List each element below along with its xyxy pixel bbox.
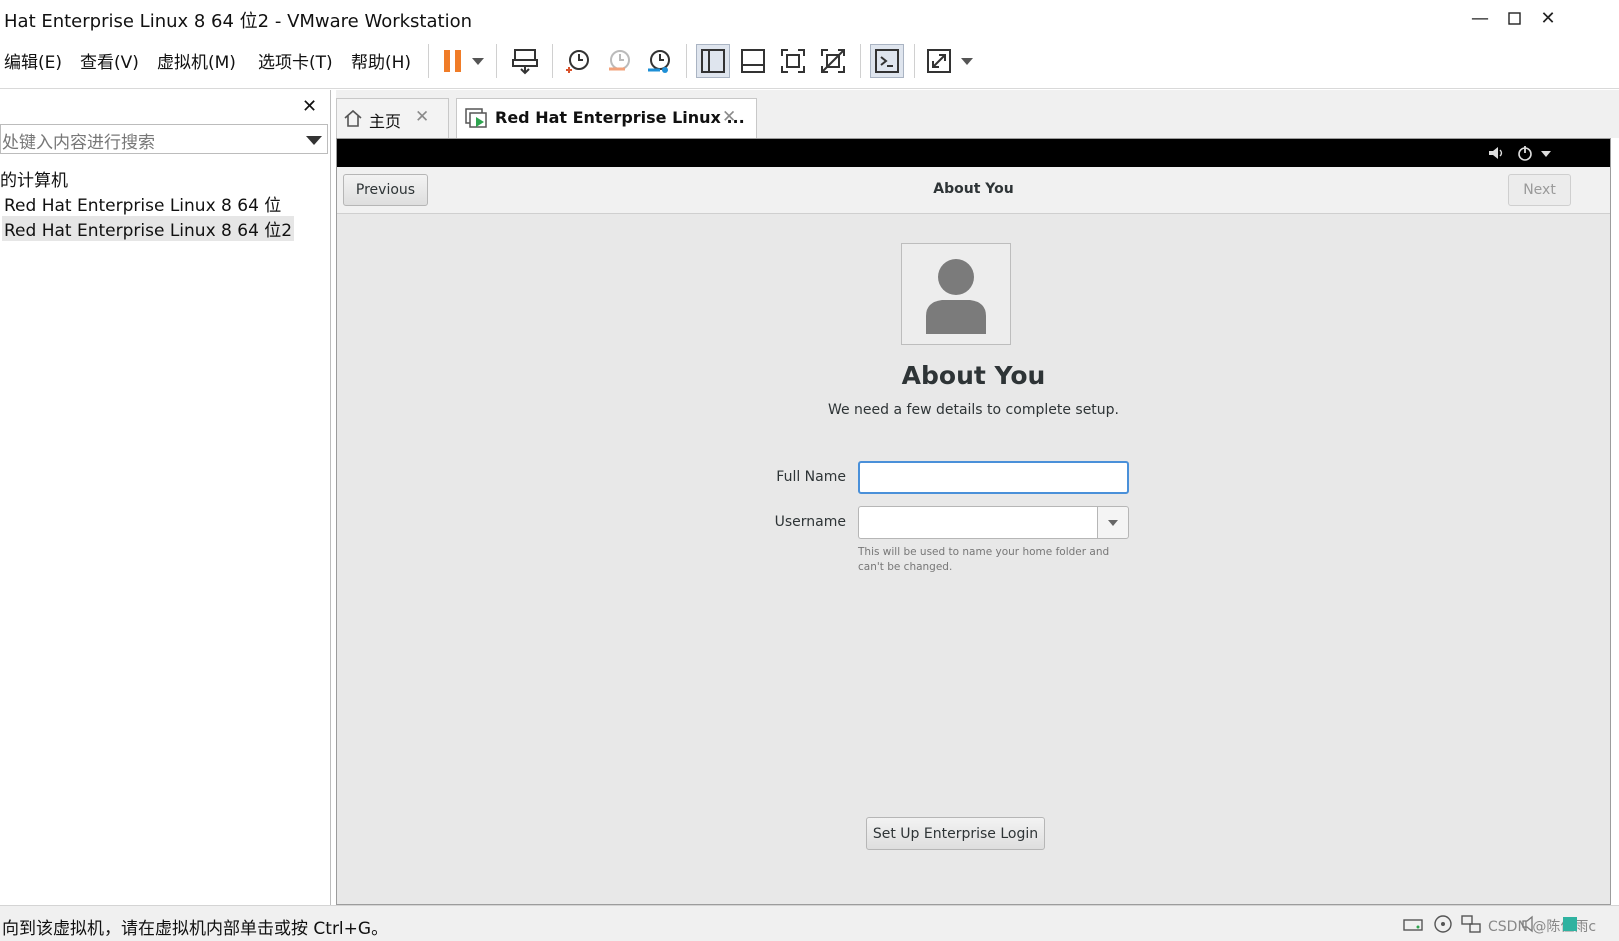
window-title: Hat Enterprise Linux 8 64 位2 - VMware Wo… bbox=[4, 11, 472, 32]
menu-view[interactable]: 查看(V) bbox=[80, 48, 139, 73]
page-title: About You bbox=[901, 361, 1046, 390]
status-bar: 向到该虚拟机，请在虚拟机内部单击或按 Ctrl+G。 CSDN @陈佳雨c bbox=[0, 905, 1619, 941]
tab-home-close-icon[interactable]: ✕ bbox=[415, 107, 429, 127]
enterprise-login-button[interactable]: Set Up Enterprise Login bbox=[866, 817, 1045, 850]
header-title: About You bbox=[933, 181, 1014, 197]
snapshot-take-icon bbox=[566, 50, 589, 73]
maximize-button[interactable] bbox=[1502, 6, 1526, 30]
next-button[interactable]: Next bbox=[1508, 174, 1571, 206]
username-hint: This will be used to name your home fold… bbox=[858, 546, 1110, 573]
tree-item-vm-1[interactable]: Red Hat Enterprise Linux 8 64 位 bbox=[4, 191, 281, 216]
usb-icon bbox=[1563, 917, 1577, 931]
avatar-button[interactable] bbox=[901, 243, 1011, 345]
menu-help[interactable]: 帮助(H) bbox=[351, 48, 411, 73]
console-view-button[interactable] bbox=[870, 44, 904, 78]
toolbar: 编辑(E) 查看(V) 虚拟机(M) 选项卡(T) 帮助(H) bbox=[0, 36, 1619, 89]
pause-icon bbox=[444, 50, 461, 72]
snapshot-revert-icon bbox=[609, 50, 630, 71]
tab-home[interactable]: 主页 ✕ bbox=[336, 98, 449, 138]
vm-display[interactable]: Previous About You Next About You We nee… bbox=[336, 138, 1611, 905]
page-subtitle: We need a few details to complete setup. bbox=[827, 402, 1120, 418]
header-bar: Previous About You Next bbox=[337, 167, 1610, 214]
cd-dvd-icon bbox=[1434, 915, 1452, 933]
menu-vm[interactable]: 虚拟机(M) bbox=[157, 48, 236, 73]
minimize-button[interactable]: — bbox=[1468, 6, 1492, 30]
snapshot-revert-button[interactable] bbox=[602, 44, 636, 78]
tab-strip: 主页 ✕ Red Hat Enterprise Linux ... ✕ bbox=[336, 90, 1619, 138]
system-menu-dropdown-icon[interactable] bbox=[1541, 151, 1551, 157]
stretch-dropdown-icon[interactable] bbox=[961, 58, 973, 65]
pause-dropdown-icon[interactable] bbox=[472, 58, 484, 65]
snapshot-manager-button[interactable] bbox=[642, 44, 676, 78]
username-dropdown-button[interactable] bbox=[1097, 506, 1129, 539]
tree-item-vm-2[interactable]: Red Hat Enterprise Linux 8 64 位2 bbox=[2, 216, 295, 241]
tab-vm[interactable]: Red Hat Enterprise Linux ... ✕ bbox=[456, 98, 757, 138]
library-view-icon bbox=[701, 49, 725, 73]
snapshot-take-button[interactable] bbox=[561, 44, 595, 78]
volume-icon bbox=[1489, 147, 1503, 159]
stretch-button[interactable] bbox=[922, 44, 956, 78]
tab-vm-label: Red Hat Enterprise Linux ... bbox=[495, 108, 745, 127]
username-label: Username bbox=[774, 514, 846, 530]
network-icon bbox=[1461, 915, 1481, 933]
tree-root-my-computer[interactable]: 的计算机 bbox=[0, 166, 68, 191]
library-close-icon[interactable]: ✕ bbox=[302, 96, 317, 117]
library-view-button[interactable] bbox=[696, 44, 730, 78]
tab-vm-close-icon[interactable]: ✕ bbox=[722, 107, 736, 127]
maximize-icon bbox=[1507, 11, 1521, 25]
user-avatar-icon bbox=[926, 259, 986, 334]
sound-icon bbox=[1522, 915, 1533, 933]
library-panel: ✕ 处键入内容进行搜索 的计算机 Red Hat Enterprise Linu… bbox=[0, 90, 331, 905]
username-input[interactable] bbox=[858, 506, 1098, 539]
unity-button[interactable] bbox=[816, 44, 850, 78]
menu-tabs[interactable]: 选项卡(T) bbox=[258, 48, 333, 73]
full-name-label: Full Name bbox=[776, 469, 846, 485]
home-icon bbox=[344, 109, 362, 127]
hard-disk-icon bbox=[1403, 919, 1423, 931]
send-ctrl-alt-del-button[interactable] bbox=[508, 44, 542, 78]
gnome-top-bar bbox=[337, 139, 1610, 167]
tab-home-label: 主页 bbox=[369, 112, 402, 131]
thumbnail-bar-button[interactable] bbox=[736, 44, 770, 78]
console-icon bbox=[875, 49, 899, 73]
vm-running-icon bbox=[465, 108, 487, 128]
pause-button[interactable] bbox=[436, 44, 470, 78]
title-bar: Hat Enterprise Linux 8 64 位2 - VMware Wo… bbox=[0, 0, 1619, 36]
send-ctrl-alt-del-icon bbox=[512, 49, 538, 75]
chevron-down-icon bbox=[1108, 520, 1118, 526]
menu-edit[interactable]: 编辑(E) bbox=[4, 48, 62, 73]
stretch-icon bbox=[927, 49, 951, 73]
full-name-input[interactable] bbox=[858, 461, 1129, 494]
close-button[interactable]: ✕ bbox=[1536, 6, 1560, 30]
snapshot-manager-icon bbox=[648, 50, 670, 73]
power-icon bbox=[1518, 146, 1532, 161]
status-message: 向到该虚拟机，请在虚拟机内部单击或按 Ctrl+G。 bbox=[2, 919, 389, 939]
fullscreen-icon bbox=[781, 49, 805, 73]
search-dropdown-icon[interactable] bbox=[306, 136, 322, 145]
unity-icon bbox=[821, 49, 845, 73]
thumbnail-bar-icon bbox=[741, 49, 765, 73]
fullscreen-button[interactable] bbox=[776, 44, 810, 78]
library-search-input[interactable]: 处键入内容进行搜索 bbox=[0, 124, 328, 154]
